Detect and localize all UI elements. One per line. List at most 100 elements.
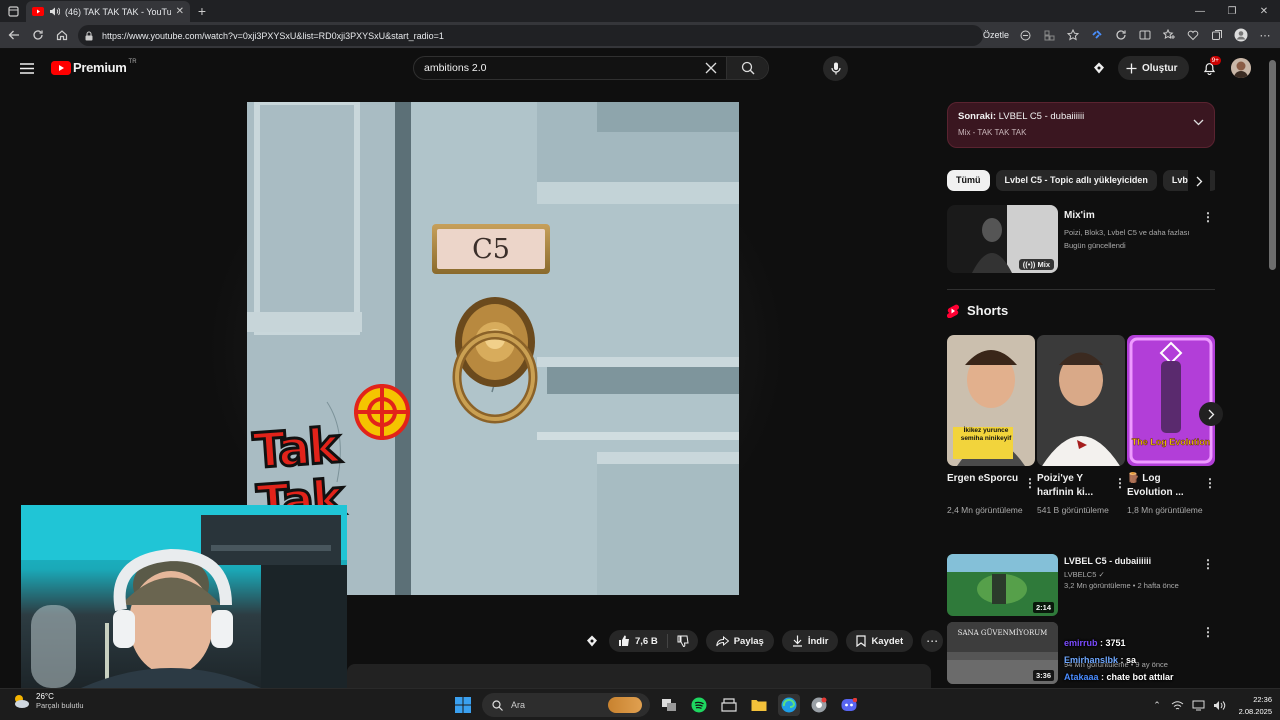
create-label: Oluştur xyxy=(1142,62,1178,74)
volume-icon[interactable] xyxy=(1211,700,1227,711)
chat-message: Atakaaa : chate bot attılar xyxy=(1064,672,1174,682)
browser-toolbar: https://www.youtube.com/watch?v=0xji3PXY… xyxy=(0,22,1280,49)
search-box[interactable]: ambitions 2.0 xyxy=(413,56,769,80)
video-list-item-1[interactable]: 2:14 LVBEL C5 - dubaiiiiii LVBELC5 ✓ 3,2… xyxy=(947,554,1215,618)
video-1-menu-icon[interactable]: ⋮ xyxy=(1202,556,1214,572)
short-3-menu-icon[interactable]: ⋮ xyxy=(1204,475,1216,491)
like-button[interactable]: 7,6 B xyxy=(609,634,668,648)
dislike-button[interactable] xyxy=(668,635,698,647)
edge-browser-icon[interactable] xyxy=(778,694,800,716)
reload-icon[interactable] xyxy=(26,23,50,47)
like-dislike-group: 7,6 B xyxy=(609,630,698,652)
video-thumbnail-1[interactable]: 2:14 xyxy=(947,554,1058,616)
close-window-icon[interactable]: ✕ xyxy=(1248,0,1280,22)
download-button[interactable]: İndir xyxy=(781,630,839,652)
extension-icon[interactable] xyxy=(1085,24,1109,46)
account-avatar[interactable] xyxy=(1230,58,1251,78)
chip-all[interactable]: Tümü xyxy=(947,169,990,191)
save-button[interactable]: Kaydet xyxy=(846,630,914,652)
chip-topic-uploader[interactable]: Lvbel C5 - Topic adlı yükleyiciden xyxy=(995,169,1157,191)
widgets-icon[interactable] xyxy=(718,694,740,716)
download-label: İndir xyxy=(807,635,829,647)
up-next-panel[interactable]: Sonraki: LVBEL C5 - dubaiiiiii Mix - TAK… xyxy=(947,102,1215,148)
chevron-up-icon[interactable]: ⌃ xyxy=(1150,700,1164,711)
audio-playing-icon[interactable] xyxy=(49,7,60,16)
chevron-right-icon[interactable] xyxy=(1188,170,1210,192)
system-clock[interactable]: 22:36 2.08.2025 xyxy=(1228,694,1272,718)
minimize-icon[interactable]: — xyxy=(1184,0,1216,22)
new-tab-button[interactable]: + xyxy=(193,0,211,22)
profile-icon[interactable] xyxy=(1229,24,1253,46)
tab-title: (46) TAK TAK TAK - YouTube xyxy=(65,6,171,17)
short-card-3[interactable]: The Log Evolution 🪵 Log Evolution ... 1,… xyxy=(1127,335,1216,517)
youtube-logo-icon xyxy=(51,60,71,75)
short-3-views: 1,8 Mn görüntüleme xyxy=(1127,505,1203,515)
weather-condition: Parçalı bulutlu xyxy=(36,701,84,710)
premium-icon[interactable] xyxy=(583,630,601,652)
address-bar[interactable]: https://www.youtube.com/watch?v=0xji3PXY… xyxy=(78,25,983,46)
logo-text: Premium xyxy=(73,60,127,75)
short-card-1[interactable]: İkikez yurunce semiha ninikeyif Ergen eS… xyxy=(947,335,1036,517)
task-view-icon[interactable] xyxy=(658,694,680,716)
back-icon[interactable] xyxy=(2,23,26,47)
collections-icon[interactable] xyxy=(1205,24,1229,46)
door-number-plate: C5 xyxy=(432,224,550,274)
video-thumbnail-2[interactable]: SANA GÜVENMİYORUM 3:36 xyxy=(947,622,1058,684)
page-scrollbar[interactable] xyxy=(1269,60,1276,270)
apps-icon[interactable] xyxy=(1037,24,1061,46)
discord-icon[interactable] xyxy=(838,694,860,716)
video-description-box[interactable] xyxy=(347,664,931,688)
header-actions: Oluştur 9+ xyxy=(1088,56,1251,80)
refresh-sync-icon[interactable] xyxy=(1109,24,1133,46)
browser-tab-active[interactable]: (46) TAK TAK TAK - YouTube ✕ xyxy=(26,1,190,22)
mix-menu-icon[interactable]: ⋮ xyxy=(1202,209,1214,225)
taskbar-search[interactable]: Ara xyxy=(482,693,650,717)
notifications-button[interactable]: 9+ xyxy=(1197,56,1223,80)
close-tab-icon[interactable]: ✕ xyxy=(176,6,184,17)
short-card-2[interactable]: Poizi'ye Y harfinin ki... 541 B görüntül… xyxy=(1037,335,1126,517)
split-screen-icon[interactable] xyxy=(1133,24,1157,46)
voice-search-button[interactable] xyxy=(823,56,848,81)
search-button[interactable] xyxy=(726,57,768,79)
short-1-menu-icon[interactable]: ⋮ xyxy=(1024,475,1036,491)
favorite-star-icon[interactable] xyxy=(1061,24,1085,46)
weather-widget[interactable]: 26°C Parçalı bulutlu xyxy=(12,692,84,710)
chevron-right-icon xyxy=(1208,409,1214,419)
premium-controller-icon[interactable] xyxy=(1088,57,1110,79)
home-icon[interactable] xyxy=(50,23,74,47)
windows-start-icon[interactable] xyxy=(452,694,474,716)
chrome-icon[interactable] xyxy=(808,694,830,716)
copilot-summary-icon[interactable] xyxy=(1013,24,1037,46)
browser-essentials-icon[interactable] xyxy=(1181,24,1205,46)
network-icon[interactable] xyxy=(1169,700,1185,711)
more-options-icon[interactable]: ⋯ xyxy=(1253,24,1277,46)
display-icon[interactable] xyxy=(1190,700,1206,711)
door-knocker-image xyxy=(452,297,538,424)
short-2-menu-icon[interactable]: ⋮ xyxy=(1114,475,1126,491)
create-button[interactable]: Oluştur xyxy=(1118,56,1189,80)
spotify-icon[interactable] xyxy=(688,694,710,716)
youtube-premium-logo[interactable]: Premium TR xyxy=(51,59,137,75)
video-2-duration: 3:36 xyxy=(1032,670,1054,681)
chevron-down-icon[interactable] xyxy=(1193,119,1204,126)
tab-actions-icon[interactable] xyxy=(0,0,26,22)
restore-icon[interactable]: ❐ xyxy=(1216,0,1248,22)
more-actions-button[interactable]: ⋯ xyxy=(921,630,944,652)
shorts-next-button[interactable] xyxy=(1199,402,1223,426)
short-thumbnail-3[interactable]: The Log Evolution xyxy=(1127,335,1215,466)
file-explorer-icon[interactable] xyxy=(748,694,770,716)
short-thumbnail-2[interactable] xyxy=(1037,335,1125,466)
favorites-icon[interactable] xyxy=(1157,24,1181,46)
menu-icon[interactable] xyxy=(16,58,38,78)
weather-temperature: 26°C xyxy=(36,692,54,701)
video-2-thumb-text: SANA GÜVENMİYORUM xyxy=(957,629,1048,637)
clear-search-icon[interactable] xyxy=(696,57,726,79)
site-info-icon[interactable] xyxy=(84,31,94,41)
short-thumbnail-1[interactable]: İkikez yurunce semiha ninikeyif xyxy=(947,335,1035,466)
search-input[interactable]: ambitions 2.0 xyxy=(424,62,696,74)
summarize-button[interactable]: Özetle xyxy=(983,30,1009,40)
chat-username: Emirhanslbk xyxy=(1064,655,1119,665)
mix-thumbnail[interactable]: ((•)) Mix xyxy=(947,205,1058,273)
share-button[interactable]: Paylaş xyxy=(705,630,774,652)
mix-card[interactable]: ((•)) Mix Mix'im Poizi, Blok3, Lvbel C5 … xyxy=(947,205,1215,275)
